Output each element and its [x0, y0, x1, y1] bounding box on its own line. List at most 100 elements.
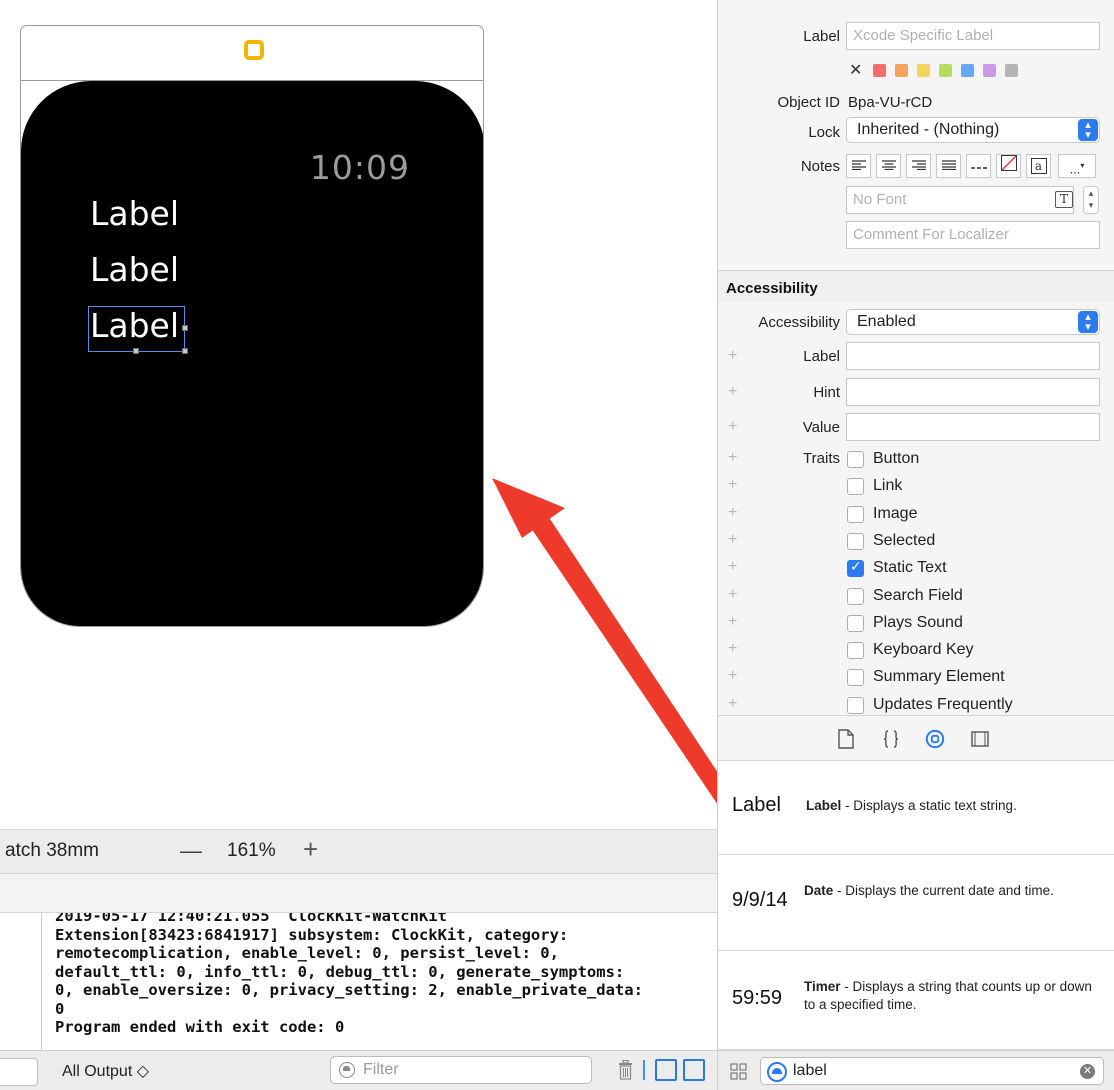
acc-hint-field[interactable]: [846, 378, 1100, 406]
acc-label-label: Label: [803, 348, 840, 365]
font-field[interactable]: No Font: [846, 186, 1074, 214]
more-button[interactable]: ...▾: [1058, 154, 1096, 178]
align-right-button[interactable]: [906, 154, 931, 178]
resize-handle-right[interactable]: [182, 325, 188, 331]
traits-label: Traits: [803, 450, 840, 467]
plus-icon[interactable]: +: [728, 476, 737, 494]
clear-color-icon[interactable]: ✕: [849, 60, 862, 80]
library-item-text: - Displays a string that counts up or do…: [804, 979, 1092, 1012]
trait-checkbox-selected[interactable]: [847, 532, 864, 550]
color-swatch[interactable]: [983, 64, 996, 77]
library-item-description: Label - Displays a static text string.: [806, 797, 1098, 815]
plus-icon[interactable]: +: [728, 347, 737, 365]
plus-icon[interactable]: +: [728, 504, 737, 522]
library-item-preview: Label: [732, 794, 781, 816]
variables-view[interactable]: [0, 913, 42, 1050]
line-button[interactable]: [966, 154, 991, 178]
media-library-icon[interactable]: [970, 728, 990, 750]
console-filter-field[interactable]: Filter: [330, 1056, 592, 1084]
watch-label-1[interactable]: Label: [90, 194, 179, 233]
grid-view-icon[interactable]: [730, 1063, 747, 1080]
acc-label-field[interactable]: [846, 342, 1100, 370]
acc-value-field[interactable]: [846, 413, 1100, 441]
trait-checkbox-plays-sound[interactable]: [847, 614, 864, 632]
lock-label: Lock: [808, 124, 840, 141]
trait-checkbox-search-field[interactable]: [847, 587, 864, 605]
toolbar-separator: [643, 1060, 645, 1080]
file-template-icon[interactable]: [836, 728, 856, 750]
justify-button[interactable]: [936, 154, 961, 178]
trait-checkbox-button[interactable]: [847, 451, 864, 468]
plus-icon[interactable]: +: [728, 640, 737, 658]
textbox-button[interactable]: a: [1026, 154, 1051, 178]
code-snippet-icon[interactable]: [881, 728, 901, 750]
scene-dock[interactable]: [20, 25, 484, 81]
trait-checkbox-keyboard-key[interactable]: [847, 642, 864, 660]
zoom-out-button[interactable]: —: [180, 838, 202, 864]
object-library-icon[interactable]: [925, 728, 945, 750]
library-item-date[interactable]: 9/9/14 Date - Displays the current date a…: [718, 855, 1114, 951]
xcode-label-field[interactable]: Xcode Specific Label: [846, 22, 1100, 50]
console-output[interactable]: 2019-05-17 12:40:21.055 ClockKit-WatchKi…: [43, 913, 717, 1050]
textbox-icon: a: [1030, 158, 1047, 174]
align-center-button[interactable]: [876, 154, 901, 178]
color-swatch[interactable]: [939, 64, 952, 77]
align-right-icon: [911, 160, 926, 171]
trait-checkbox-updates-frequently[interactable]: [847, 696, 864, 714]
justify-icon: [941, 160, 956, 171]
color-swatch[interactable]: [895, 64, 908, 77]
library-item-text: - Displays a static text string.: [841, 798, 1017, 813]
trait-checkbox-image[interactable]: [847, 505, 864, 523]
plus-icon[interactable]: +: [728, 449, 737, 467]
interface-controller-icon[interactable]: [244, 40, 264, 60]
lock-popup[interactable]: Inherited - (Nothing) ▴ ▾: [846, 117, 1100, 143]
object-id-value: Bpa-VU-rCD: [848, 94, 933, 111]
color-swatch[interactable]: [961, 64, 974, 77]
plus-icon[interactable]: +: [728, 667, 737, 685]
more-label: ...: [1069, 161, 1081, 177]
color-swatch[interactable]: [873, 64, 886, 77]
plus-icon[interactable]: +: [728, 418, 737, 436]
trait-label: Search Field: [873, 586, 963, 604]
variables-filter-field[interactable]: [0, 1058, 38, 1086]
plus-icon[interactable]: +: [728, 531, 737, 549]
trash-icon[interactable]: [618, 1060, 633, 1080]
align-center-icon: [881, 160, 896, 171]
trait-label: Selected: [873, 531, 936, 549]
trait-checkbox-static-text[interactable]: [847, 559, 864, 578]
library-item-timer[interactable]: 59:59 Timer - Displays a string that coun…: [718, 951, 1114, 1050]
zoom-in-button[interactable]: +: [303, 834, 318, 865]
plus-icon[interactable]: +: [728, 613, 737, 631]
accessibility-popup[interactable]: Enabled ▴ ▾: [846, 309, 1100, 335]
color-button[interactable]: [996, 154, 1021, 178]
font-picker-icon[interactable]: T: [1055, 191, 1073, 208]
color-swatch[interactable]: [1005, 64, 1018, 77]
show-console-pane-button[interactable]: [683, 1059, 705, 1081]
library-item-label[interactable]: Label Label - Displays a static text stri…: [718, 761, 1114, 855]
library-item-title: Date: [804, 883, 834, 898]
plus-icon[interactable]: +: [728, 586, 737, 604]
lock-value: Inherited - (Nothing): [857, 121, 1000, 138]
accessibility-value: Enabled: [857, 313, 916, 330]
font-stepper[interactable]: ▴ ▾: [1083, 186, 1099, 214]
resize-handle-bottom[interactable]: [133, 348, 139, 354]
align-left-button[interactable]: [846, 154, 871, 178]
clear-search-icon[interactable]: ✕: [1080, 1064, 1095, 1079]
output-selector[interactable]: All Output ◇: [62, 1061, 149, 1081]
plus-icon[interactable]: +: [728, 695, 737, 713]
library-search-field[interactable]: label ✕: [760, 1057, 1104, 1085]
popup-arrows-icon: ▴ ▾: [1078, 119, 1098, 141]
trait-checkbox-summary-element[interactable]: [847, 669, 864, 687]
watch-label-2[interactable]: Label: [90, 250, 179, 289]
trait-checkbox-link[interactable]: [847, 478, 864, 496]
show-variables-pane-button[interactable]: [655, 1059, 677, 1081]
color-swatch[interactable]: [917, 64, 930, 77]
console-text: 2019-05-17 12:40:21.055 ClockKit-WatchKi…: [55, 913, 643, 1037]
library-item-title: Timer: [804, 979, 841, 994]
storyboard-canvas[interactable]: 10:09 Label Label Label: [0, 0, 732, 828]
localizer-comment-field[interactable]: Comment For Localizer: [846, 221, 1100, 249]
device-name[interactable]: atch 38mm: [5, 840, 99, 862]
resize-handle-corner[interactable]: [182, 348, 188, 354]
plus-icon[interactable]: +: [728, 558, 737, 576]
plus-icon[interactable]: +: [728, 383, 737, 401]
